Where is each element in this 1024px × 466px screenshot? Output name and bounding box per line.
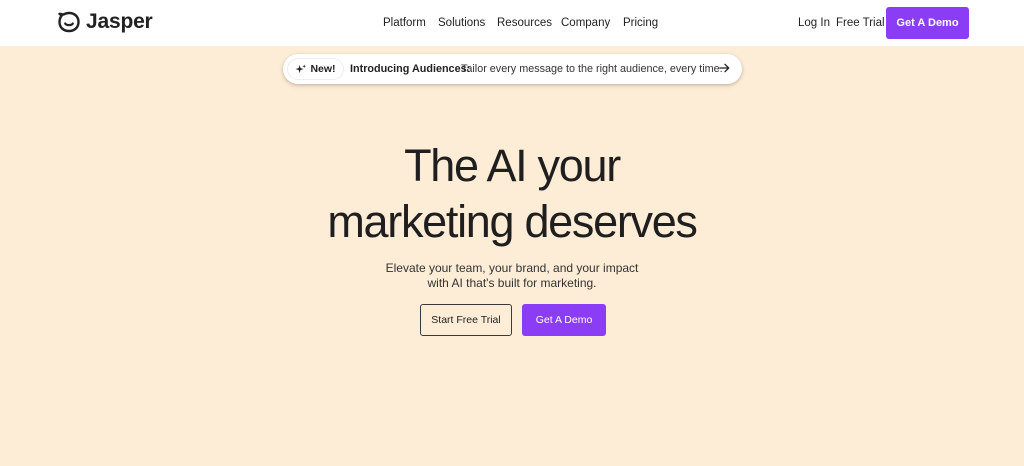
announcement-text: Tailor every message to the right audien…	[461, 63, 723, 75]
nav-resources[interactable]: Resources	[497, 15, 552, 31]
brand-name: Jasper	[86, 10, 153, 33]
hero-title-line-2: marketing deserves	[327, 196, 698, 247]
get-demo-hero-button[interactable]: Get A Demo	[522, 304, 606, 336]
jasper-face-icon	[58, 11, 80, 33]
start-free-trial-button[interactable]: Start Free Trial	[420, 304, 512, 336]
free-trial-link[interactable]: Free Trial	[836, 15, 885, 31]
nav-company[interactable]: Company	[561, 15, 610, 31]
get-demo-nav-button[interactable]: Get A Demo	[886, 7, 969, 39]
announcement-title: Introducing Audiences:	[350, 63, 471, 75]
nav-platform[interactable]: Platform	[383, 15, 426, 31]
announcement-banner[interactable]: New! Introducing Audiences: Tailor every…	[283, 54, 742, 84]
hero-subtitle-line-2: with AI that's built for marketing.	[427, 276, 597, 290]
nav-solutions[interactable]: Solutions	[438, 15, 485, 31]
arrow-right-icon[interactable]	[718, 61, 731, 75]
hero-title-line-1: The AI your	[404, 140, 621, 191]
login-link[interactable]: Log In	[798, 15, 830, 31]
hero-subtitle-line-1: Elevate your team, your brand, and your …	[385, 261, 639, 275]
nav-pricing[interactable]: Pricing	[623, 15, 658, 31]
jasper-logo[interactable]: Jasper	[57, 9, 153, 35]
top-navigation-bar: Jasper Platform Solutions Resources Comp…	[0, 0, 1024, 46]
new-badge: New!	[287, 58, 344, 80]
sparkle-icon	[295, 63, 307, 73]
new-badge-label: New!	[310, 63, 336, 75]
